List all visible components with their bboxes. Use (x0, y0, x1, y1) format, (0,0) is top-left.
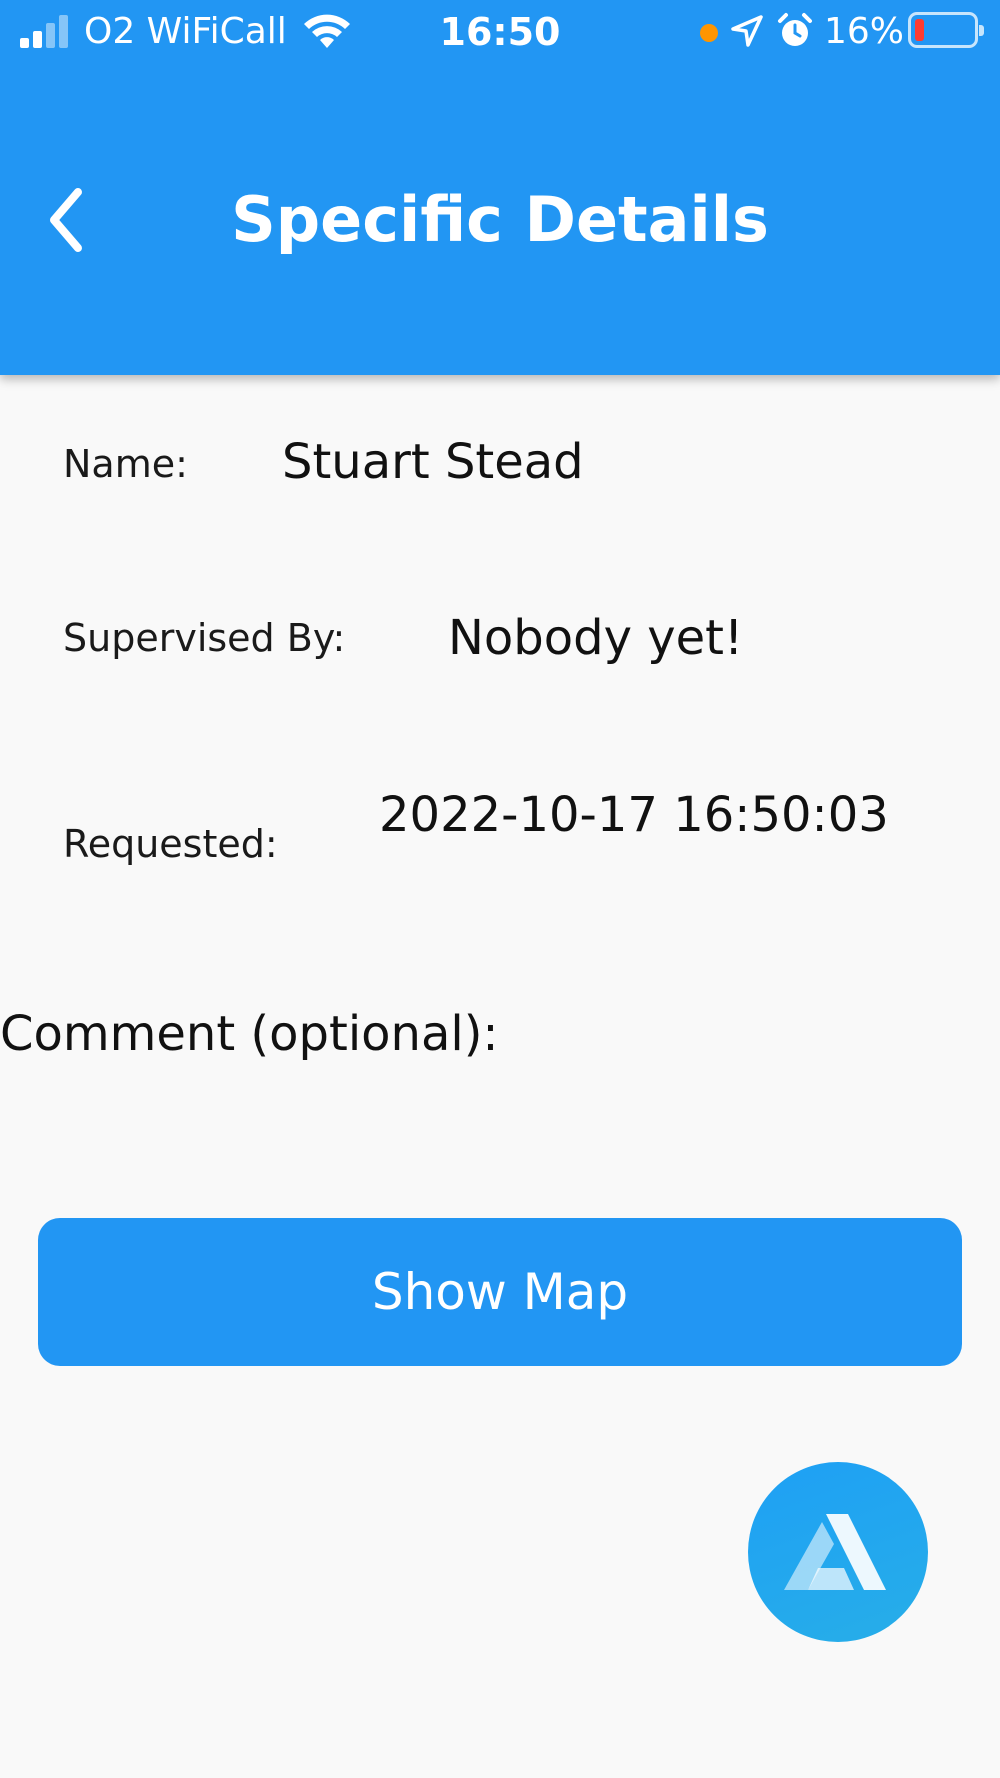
show-map-button[interactable]: Show Map (38, 1218, 962, 1366)
requested-value: 2022-10-17 16:50:03 (379, 787, 889, 843)
battery-icon (908, 12, 984, 48)
wifi-icon (304, 14, 350, 48)
battery-percent: 16% (824, 11, 905, 52)
location-arrow-icon (731, 15, 763, 47)
alarm-clock-icon (778, 13, 812, 46)
chevron-left-icon (50, 188, 82, 252)
name-value: Stuart Stead (282, 434, 584, 490)
battery-terminal (979, 25, 984, 36)
screen: O2 WiFiCall 16:50 16% Specific Details N… (0, 0, 1000, 1778)
supervised-by-value: Nobody yet! (448, 610, 744, 666)
app-bar: O2 WiFiCall 16:50 16% Specific Details (0, 0, 1000, 375)
comment-label: Comment (optional): (0, 1006, 499, 1062)
supervised-by-label: Supervised By: (63, 616, 346, 660)
requested-label: Requested: (63, 822, 278, 866)
cellular-signal-icon (20, 15, 68, 48)
status-bar: O2 WiFiCall 16:50 16% (0, 0, 1000, 66)
name-label: Name: (63, 442, 188, 486)
floating-action-button[interactable] (748, 1462, 928, 1642)
assistant-logo-icon (784, 1514, 886, 1590)
status-time: 16:50 (439, 10, 561, 54)
battery-level (915, 19, 924, 41)
page-title: Specific Details (231, 183, 769, 256)
back-button[interactable] (40, 180, 100, 260)
recording-indicator-icon (700, 24, 718, 42)
carrier-name: O2 WiFiCall (84, 11, 287, 52)
